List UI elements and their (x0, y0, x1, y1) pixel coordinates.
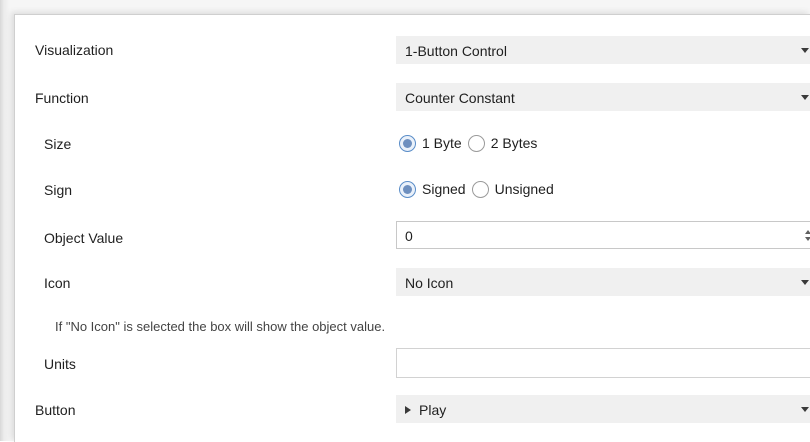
spin-up-icon[interactable] (805, 230, 810, 234)
size-option-1-byte-label: 1 Byte (422, 135, 462, 151)
size-option-1-byte[interactable]: 1 Byte (399, 134, 462, 152)
sign-option-unsigned-label: Unsigned (494, 181, 554, 197)
button-dropdown[interactable]: Play (396, 395, 810, 423)
sign-option-unsigned[interactable]: Unsigned (471, 180, 554, 198)
visualization-dropdown[interactable]: 1-Button Control (396, 36, 810, 64)
function-dropdown[interactable]: Counter Constant (396, 83, 810, 111)
sign-label: Sign (44, 182, 73, 198)
play-icon (405, 406, 411, 414)
icon-dropdown[interactable]: No Icon (396, 268, 810, 296)
visualization-value: 1-Button Control (405, 43, 507, 59)
size-label: Size (44, 136, 72, 152)
size-option-2-bytes[interactable]: 2 Bytes (467, 134, 538, 152)
spin-down-icon[interactable] (805, 237, 810, 241)
button-label: Button (35, 402, 76, 418)
icon-value: No Icon (405, 275, 454, 291)
sign-option-signed[interactable]: Signed (399, 180, 466, 198)
chevron-down-icon (801, 280, 809, 285)
object-value-input[interactable]: 0 (405, 227, 413, 245)
function-label: Function (35, 90, 89, 106)
size-option-2-bytes-label: 2 Bytes (490, 135, 538, 151)
visualization-label: Visualization (35, 42, 114, 58)
icon-help-text: If "No Icon" is selected the box will sh… (55, 319, 386, 334)
button-value: Play (419, 402, 447, 418)
function-value: Counter Constant (405, 90, 515, 106)
units-label: Units (44, 356, 76, 372)
size-radio-group: 1 Byte 2 Bytes (399, 132, 543, 154)
chevron-down-icon (801, 48, 809, 53)
icon-label: Icon (44, 275, 71, 291)
object-value-spinbox[interactable]: 0 (396, 221, 810, 249)
parameters-panel: Visualization 1-Button Control Function … (14, 14, 810, 442)
radio-checked-icon (399, 180, 416, 198)
sign-option-signed-label: Signed (422, 181, 466, 197)
radio-unchecked-icon (467, 134, 485, 152)
units-input[interactable] (396, 348, 810, 378)
button-value-wrap: Play (405, 401, 446, 419)
chevron-down-icon (801, 95, 809, 100)
object-value-label: Object Value (44, 230, 124, 246)
sign-radio-group: Signed Unsigned (399, 178, 560, 200)
radio-unchecked-icon (471, 180, 489, 198)
chevron-down-icon (801, 407, 809, 412)
radio-checked-icon (399, 134, 416, 152)
